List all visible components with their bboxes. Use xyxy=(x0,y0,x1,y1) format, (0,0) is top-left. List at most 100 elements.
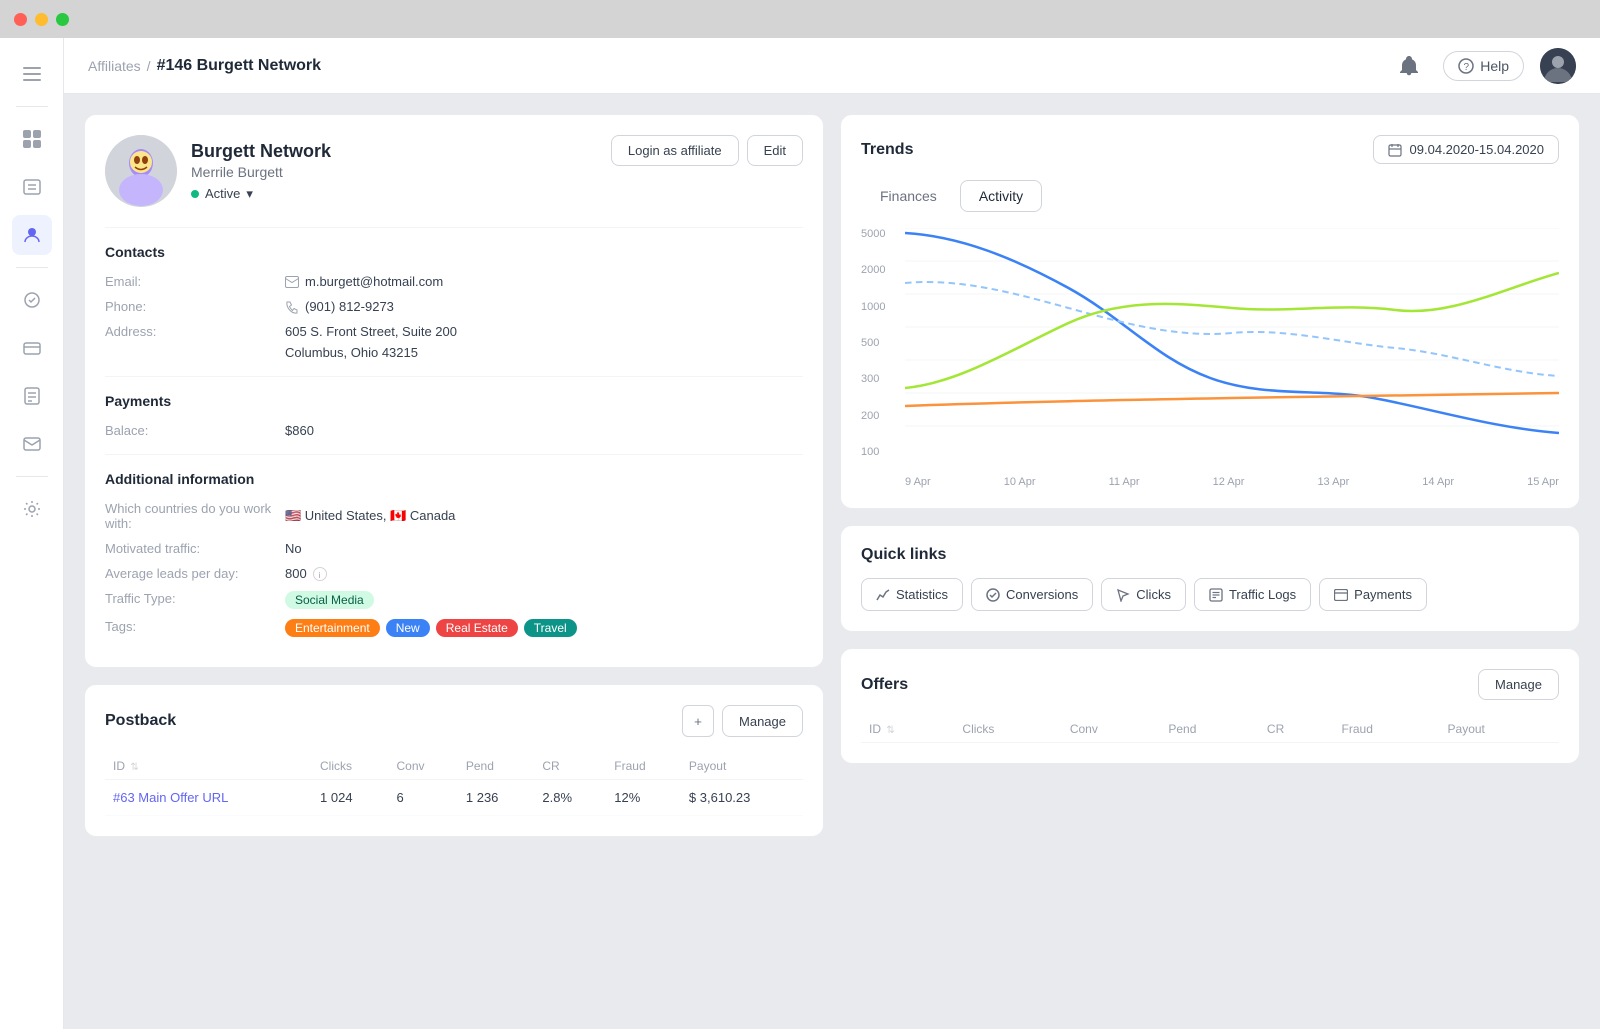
offers-col-clicks: Clicks xyxy=(954,716,1061,743)
left-column: Burgett Network Merrile Burgett Active ▾ xyxy=(84,114,824,837)
notification-bell-icon[interactable] xyxy=(1391,48,1427,84)
postback-actions: + Manage xyxy=(682,705,803,737)
traffic-logs-list-icon xyxy=(1209,588,1223,602)
countries-label: Which countries do you work with: xyxy=(105,501,285,531)
balance-value: $860 xyxy=(285,423,314,438)
user-avatar[interactable] xyxy=(1540,48,1576,84)
traffic-label: Motivated traffic: xyxy=(105,541,285,556)
offers-col-fraud: Fraud xyxy=(1334,716,1440,743)
login-as-affiliate-button[interactable]: Login as affiliate xyxy=(611,135,739,166)
breadcrumb-current-page: #146 Burgett Network xyxy=(157,57,322,75)
status-chevron-icon: ▾ xyxy=(246,186,253,202)
countries-value: 🇺🇸 United States, 🇨🇦 Canada xyxy=(285,501,455,531)
payments-icon[interactable] xyxy=(12,328,52,368)
x-label-10apr: 10 Apr xyxy=(1004,476,1036,488)
mail-icon[interactable] xyxy=(12,424,52,464)
edit-button[interactable]: Edit xyxy=(747,135,803,166)
profile-card: Burgett Network Merrile Burgett Active ▾ xyxy=(84,114,824,668)
balance-row: Balace: $860 xyxy=(105,423,803,438)
x-label-9apr: 9 Apr xyxy=(905,476,931,488)
quick-link-traffic-logs[interactable]: Traffic Logs xyxy=(1194,578,1311,611)
reports-icon[interactable] xyxy=(12,376,52,416)
postback-manage-button[interactable]: Manage xyxy=(722,705,803,737)
y-label-1000: 1000 xyxy=(861,301,903,313)
quick-link-payments[interactable]: Payments xyxy=(1319,578,1427,611)
status-dot xyxy=(191,190,199,198)
profile-avatar xyxy=(105,135,177,207)
topbar: Affiliates / #146 Burgett Network ? He xyxy=(64,38,1600,94)
close-btn[interactable] xyxy=(14,13,27,26)
address-line1: 605 S. Front Street, Suite 200 xyxy=(285,324,457,339)
sidebar-divider-3 xyxy=(16,476,48,477)
quick-link-statistics[interactable]: Statistics xyxy=(861,578,963,611)
leads-row: Average leads per day: 800 i xyxy=(105,566,803,581)
x-label-11apr: 11 Apr xyxy=(1109,476,1140,488)
affiliates-icon[interactable] xyxy=(12,215,52,255)
col-payout: Payout xyxy=(681,753,803,780)
postback-table-head: ID ⇅ Clicks Conv Pend CR Fraud Payout xyxy=(105,753,803,780)
quick-link-clicks-label: Clicks xyxy=(1136,587,1171,602)
trends-title: Trends xyxy=(861,141,913,159)
svg-text:?: ? xyxy=(1464,62,1470,73)
table-row: #63 Main Offer URL 1 024 6 1 236 2.8% 12… xyxy=(105,780,803,816)
help-button[interactable]: ? Help xyxy=(1443,51,1524,81)
y-label-2000: 2000 xyxy=(861,264,903,276)
profile-text: Burgett Network Merrile Burgett Active ▾ xyxy=(191,141,331,202)
profile-divider-3 xyxy=(105,454,803,455)
contacts-section-title: Contacts xyxy=(105,244,803,260)
settings-icon[interactable] xyxy=(12,489,52,529)
y-label-200: 200 xyxy=(861,410,903,422)
quick-link-traffic-logs-label: Traffic Logs xyxy=(1229,587,1296,602)
trends-tab-group: Finances Activity xyxy=(861,180,1559,212)
email-label: Email: xyxy=(105,274,285,289)
offers-col-conv: Conv xyxy=(1062,716,1161,743)
tab-activity[interactable]: Activity xyxy=(960,180,1042,212)
offers-icon[interactable] xyxy=(12,280,52,320)
balance-label: Balace: xyxy=(105,423,285,438)
postback-table-body: #63 Main Offer URL 1 024 6 1 236 2.8% 12… xyxy=(105,780,803,816)
postback-card: Postback + Manage ID ⇅ Clicks Conv xyxy=(84,684,824,837)
tab-finances[interactable]: Finances xyxy=(861,180,956,212)
offers-header: Offers Manage xyxy=(861,669,1559,700)
tag-entertainment: Entertainment xyxy=(285,619,380,637)
phone-row: Phone: (901) 812-9273 xyxy=(105,299,803,314)
tags-row: Tags: Entertainment New Real Estate Trav… xyxy=(105,619,803,637)
status-badge[interactable]: Active ▾ xyxy=(191,186,331,202)
sidebar-divider-1 xyxy=(16,106,48,107)
offers-manage-button[interactable]: Manage xyxy=(1478,669,1559,700)
x-label-12apr: 12 Apr xyxy=(1213,476,1245,488)
quick-link-conversions[interactable]: Conversions xyxy=(971,578,1093,611)
dashboard-icon[interactable] xyxy=(12,119,52,159)
payments-section-title: Payments xyxy=(105,393,803,409)
date-range-picker[interactable]: 09.04.2020-15.04.2020 xyxy=(1373,135,1559,164)
traffic-type-label: Traffic Type: xyxy=(105,591,285,609)
tag-real-estate: Real Estate xyxy=(436,619,518,637)
traffic-type-row: Traffic Type: Social Media xyxy=(105,591,803,609)
breadcrumb-affiliates-link[interactable]: Affiliates xyxy=(88,58,141,74)
clicks-cursor-icon xyxy=(1116,588,1130,602)
col-pend: Pend xyxy=(458,753,535,780)
col-cr: CR xyxy=(534,753,606,780)
offers-table: ID ⇅ Clicks Conv Pend CR Fraud Payout xyxy=(861,716,1559,743)
col-fraud: Fraud xyxy=(606,753,681,780)
quick-links-title: Quick links xyxy=(861,546,1559,564)
quick-link-conversions-label: Conversions xyxy=(1006,587,1078,602)
menu-icon[interactable] xyxy=(12,54,52,94)
profile-divider-2 xyxy=(105,376,803,377)
titlebar xyxy=(0,0,1600,38)
quick-link-clicks[interactable]: Clicks xyxy=(1101,578,1186,611)
postback-add-button[interactable]: + xyxy=(682,705,714,737)
quick-link-statistics-label: Statistics xyxy=(896,587,948,602)
trends-chart: 5000 2000 1000 500 300 200 100 xyxy=(861,228,1559,488)
minimize-btn[interactable] xyxy=(35,13,48,26)
statistics-chart-icon xyxy=(876,588,890,602)
offers-col-payout: Payout xyxy=(1440,716,1559,743)
offers-card: Offers Manage ID ⇅ Clicks Conv Pend CR F… xyxy=(840,648,1580,764)
offer-link[interactable]: #63 Main Offer URL xyxy=(113,790,228,805)
calendar-icon xyxy=(1388,143,1402,157)
row-conv: 6 xyxy=(389,780,458,816)
breadcrumb-separator: / xyxy=(147,58,151,74)
contacts-icon[interactable] xyxy=(12,167,52,207)
maximize-btn[interactable] xyxy=(56,13,69,26)
offers-title: Offers xyxy=(861,676,908,694)
